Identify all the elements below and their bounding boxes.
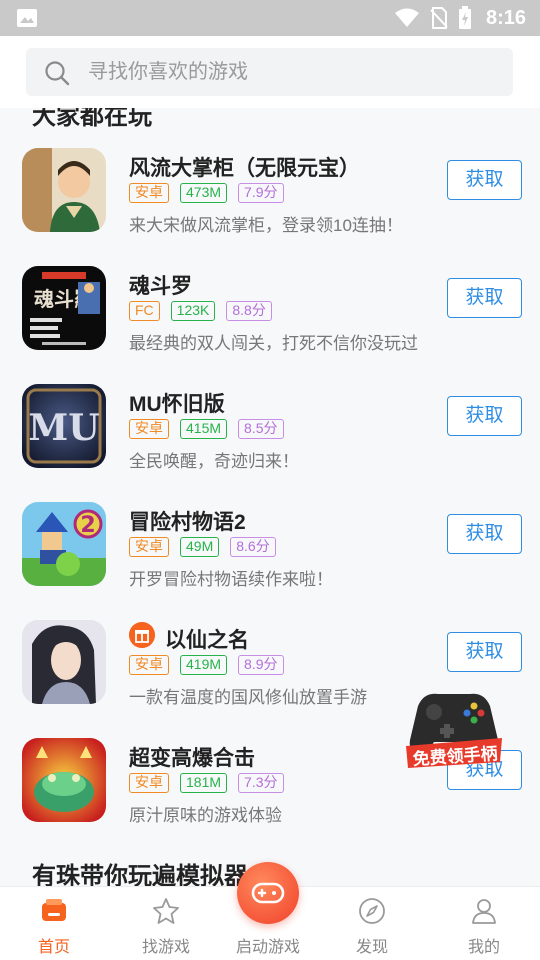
person-icon <box>472 899 496 924</box>
platform-tag: 安卓 <box>129 183 169 203</box>
game-description: 开罗冒险村物语续作来啦！ <box>129 570 333 589</box>
game-tags: FC 123K 8.8分 <box>129 301 272 321</box>
photo-notification-icon <box>17 9 37 27</box>
mu-icon: MU <box>22 384 106 468</box>
search-header: 寻找你喜欢的游戏 <box>0 36 540 108</box>
game-tags: 安卓 181M 7.3分 <box>129 773 284 793</box>
game-tags: 安卓 49M 8.6分 <box>129 537 276 557</box>
game-description: 来大宋做风流掌柜，登录领10连抽！ <box>129 216 403 235</box>
nav-label: 我的 <box>467 939 500 956</box>
platform-tag: 安卓 <box>129 773 169 793</box>
nav-label: 启动游戏 <box>235 939 300 956</box>
game-name: 魂斗罗 <box>129 275 192 298</box>
score-tag: 8.9分 <box>238 655 284 675</box>
platform-tag: 安卓 <box>129 419 169 439</box>
section-title-popular: 大家都在玩 <box>32 108 152 130</box>
no-sim-icon <box>430 7 448 29</box>
get-button[interactable]: 获取 <box>447 514 522 554</box>
home-icon <box>42 899 66 921</box>
get-button[interactable]: 获取 <box>447 278 522 318</box>
nav-label: 发现 <box>355 939 388 956</box>
clock: 8:16 <box>485 6 526 29</box>
size-tag: 49M <box>180 537 220 557</box>
game-name: 超变高爆合击 <box>129 747 255 770</box>
launch-game-button[interactable] <box>237 862 299 924</box>
section-title-emulator: 有珠带你玩遍模拟器 <box>32 863 248 886</box>
size-tag: 473M <box>180 183 228 203</box>
gift-icon <box>129 622 155 648</box>
status-bar: 8:16 <box>0 0 540 36</box>
game-description: 一款有温度的国风修仙放置手游 <box>129 688 367 707</box>
score-tag: 8.8分 <box>226 301 272 321</box>
game-row[interactable]: 风流大掌柜（无限元宝） 安卓 473M 7.9分 来大宋做风流掌柜，登录领10连… <box>0 148 540 266</box>
game-row[interactable]: MU MU怀旧版 安卓 415M 8.5分 全民唤醒，奇迹归来！ 获取 <box>0 384 540 502</box>
score-tag: 7.3分 <box>238 773 284 793</box>
search-icon <box>45 61 70 86</box>
game-tags: 安卓 419M 8.9分 <box>129 655 284 675</box>
game-name: 冒险村物语2 <box>129 511 246 534</box>
platform-tag: 安卓 <box>129 655 169 675</box>
size-tag: 419M <box>180 655 228 675</box>
game-description: 原汁原味的游戏体验 <box>129 806 282 825</box>
chao-bian-gao-bao-icon <box>22 738 106 822</box>
game-row[interactable]: 2 冒险村物语2 安卓 49M 8.6分 开罗冒险村物语续作来啦！ 获取 <box>0 502 540 620</box>
free-gamepad-promo[interactable]: 免费领手柄 <box>404 688 504 772</box>
platform-tag: FC <box>129 301 160 321</box>
get-button[interactable]: 获取 <box>447 396 522 436</box>
star-icon <box>153 898 179 924</box>
size-tag: 181M <box>180 773 228 793</box>
game-name: MU怀旧版 <box>129 393 225 416</box>
game-tags: 安卓 415M 8.5分 <box>129 419 284 439</box>
search-placeholder: 寻找你喜欢的游戏 <box>88 61 248 83</box>
svg-text:2: 2 <box>80 513 95 538</box>
score-tag: 8.6分 <box>230 537 276 557</box>
game-row[interactable]: 魂斗羅 魂斗罗 FC 123K 8.8分 最经典的双人闯关，打死不信你没玩过 获… <box>0 266 540 384</box>
size-tag: 415M <box>180 419 228 439</box>
platform-tag: 安卓 <box>129 537 169 557</box>
contra-icon: 魂斗羅 <box>22 266 106 350</box>
battery-charging-icon <box>458 6 471 29</box>
size-tag: 123K <box>170 301 216 321</box>
get-button[interactable]: 获取 <box>447 632 522 672</box>
game-tags: 安卓 473M 7.9分 <box>129 183 284 203</box>
wifi-icon <box>394 8 419 27</box>
dungeon-village-2-icon: 2 <box>22 502 106 586</box>
get-button[interactable]: 获取 <box>447 160 522 200</box>
gamepad-icon <box>251 882 285 904</box>
game-name: 以仙之名 <box>165 629 249 652</box>
nav-discover[interactable]: 发现 <box>318 887 426 960</box>
game-name: 风流大掌柜（无限元宝） <box>129 157 360 180</box>
score-tag: 8.5分 <box>238 419 284 439</box>
game-description: 全民唤醒，奇迹归来！ <box>129 452 299 471</box>
nav-mine[interactable]: 我的 <box>430 887 538 960</box>
nav-label: 找游戏 <box>141 939 190 956</box>
compass-icon <box>359 898 385 924</box>
feng-liu-da-zhang-gui-icon <box>22 148 106 232</box>
game-description: 最经典的双人闯关，打死不信你没玩过 <box>129 334 418 353</box>
svg-text:MU: MU <box>28 407 99 449</box>
yi-xian-zhi-ming-icon <box>22 620 106 704</box>
nav-label: 首页 <box>37 939 70 956</box>
nav-home[interactable]: 首页 <box>0 887 108 960</box>
nav-find-game[interactable]: 找游戏 <box>112 887 220 960</box>
score-tag: 7.9分 <box>238 183 284 203</box>
search-input[interactable]: 寻找你喜欢的游戏 <box>26 48 513 96</box>
